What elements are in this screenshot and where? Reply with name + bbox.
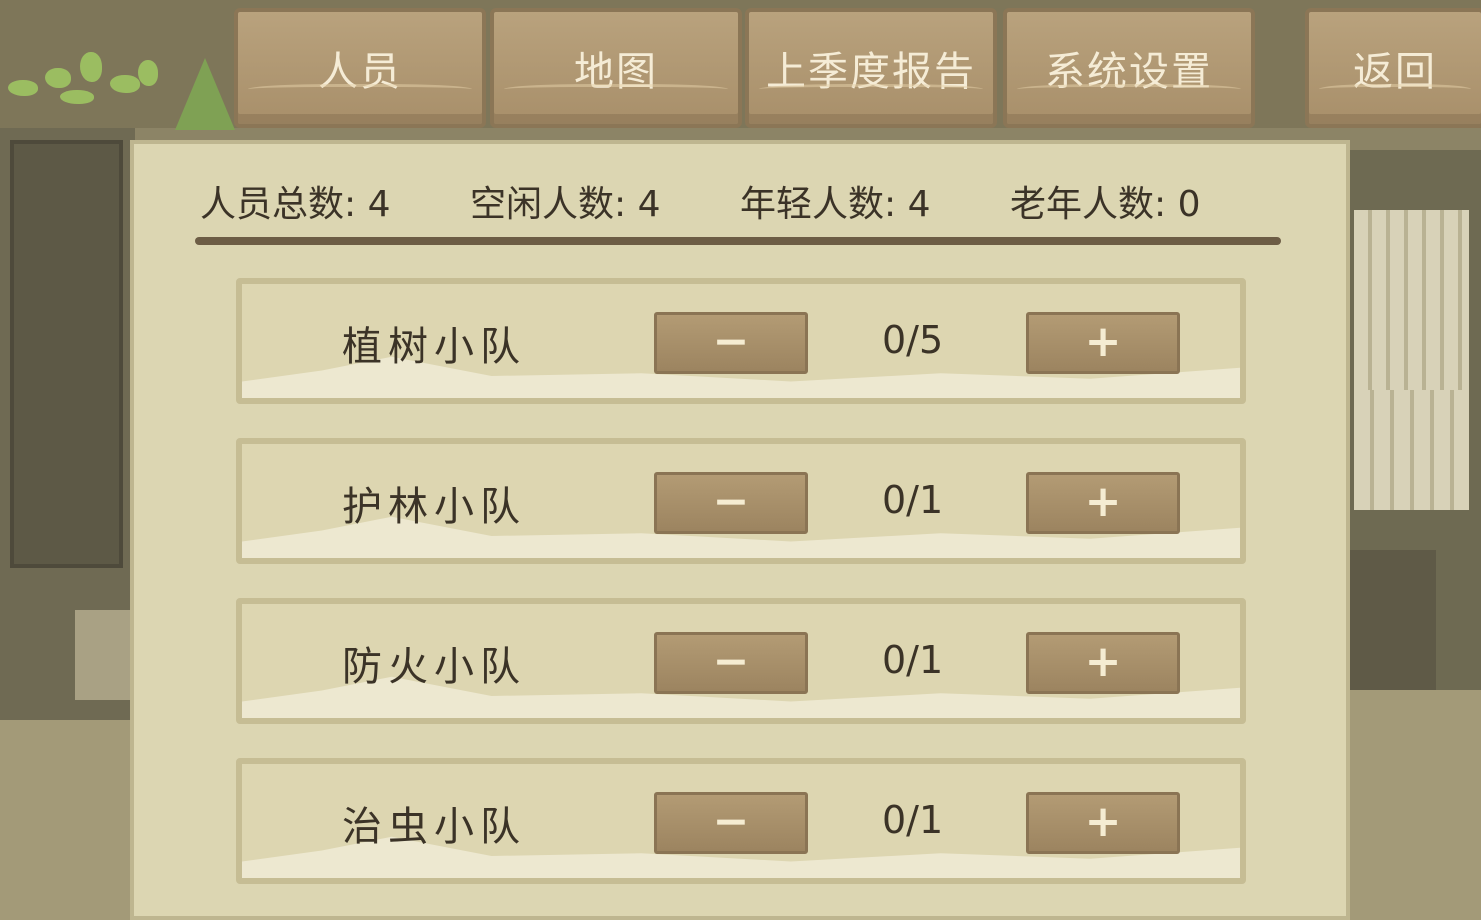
tab-last-quarter-report[interactable]: 上季度报告 xyxy=(745,8,997,128)
decrease-button[interactable]: − xyxy=(654,792,808,854)
crate xyxy=(75,610,135,700)
idle-personnel: 空闲人数: 4 xyxy=(470,184,661,225)
young-personnel: 年轻人数: 4 xyxy=(740,184,931,225)
back-button-label: 返回 xyxy=(1353,49,1437,95)
decrease-button[interactable]: − xyxy=(654,312,808,374)
plant-decoration-icon xyxy=(0,30,235,130)
tab-last-quarter-report-label: 上季度报告 xyxy=(766,49,976,95)
tree-icon xyxy=(175,58,235,130)
back-button[interactable]: 返回 xyxy=(1305,8,1481,128)
decrease-button[interactable]: − xyxy=(654,632,808,694)
tab-map-label: 地图 xyxy=(574,49,658,95)
tab-system-settings[interactable]: 系统设置 xyxy=(1003,8,1255,128)
team-row-fire-prevention: 防火小队 − 0/1 + xyxy=(236,598,1246,724)
door xyxy=(10,140,123,568)
decrease-button[interactable]: − xyxy=(654,472,808,534)
increase-button[interactable]: + xyxy=(1026,632,1180,694)
team-name: 防火小队 xyxy=(342,644,526,690)
increase-button[interactable]: + xyxy=(1026,792,1180,854)
team-count: 0/1 xyxy=(882,798,944,842)
tab-personnel-label: 人员 xyxy=(318,49,402,95)
team-name: 治虫小队 xyxy=(342,804,526,850)
divider xyxy=(195,237,1281,245)
team-row-planting: 植树小队 − 0/5 + xyxy=(236,278,1246,404)
books-row xyxy=(1354,210,1469,390)
top-navigation-bar: 人员 地图 上季度报告 系统设置 返回 xyxy=(0,0,1481,130)
team-row-forest-protection: 护林小队 − 0/1 + xyxy=(236,438,1246,564)
tab-personnel[interactable]: 人员 xyxy=(234,8,486,128)
team-count: 0/1 xyxy=(882,478,944,522)
old-personnel: 老年人数: 0 xyxy=(1010,184,1201,225)
stats-bar: 人员总数: 4 空闲人数: 4 年轻人数: 4 老年人数: 0 xyxy=(200,175,1280,227)
increase-button[interactable]: + xyxy=(1026,312,1180,374)
team-row-pest-control: 治虫小队 − 0/1 + xyxy=(236,758,1246,884)
team-count: 0/5 xyxy=(882,318,944,362)
total-personnel: 人员总数: 4 xyxy=(200,184,391,225)
storage-box xyxy=(1346,550,1436,690)
team-name: 护林小队 xyxy=(342,484,526,530)
tab-map[interactable]: 地图 xyxy=(490,8,742,128)
left-shelf xyxy=(0,120,135,720)
tab-system-settings-label: 系统设置 xyxy=(1045,49,1213,95)
team-count: 0/1 xyxy=(882,638,944,682)
increase-button[interactable]: + xyxy=(1026,472,1180,534)
books-row xyxy=(1354,390,1469,510)
right-bookshelf xyxy=(1346,150,1481,690)
team-name: 植树小队 xyxy=(342,324,526,370)
